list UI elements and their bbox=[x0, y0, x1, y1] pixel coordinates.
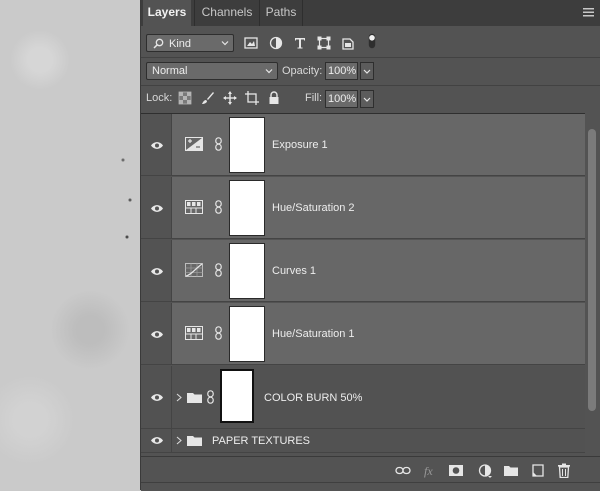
layer-name[interactable]: Curves 1 bbox=[272, 265, 316, 277]
chain-link-icon[interactable] bbox=[215, 326, 222, 340]
delete-icon[interactable] bbox=[556, 463, 572, 478]
eye-icon[interactable] bbox=[150, 393, 164, 402]
lock-position-icon[interactable] bbox=[223, 91, 237, 105]
tab-layers[interactable]: Layers bbox=[143, 0, 191, 26]
group-mask-thumbnail[interactable] bbox=[220, 369, 254, 423]
group-name[interactable]: PAPER TEXTURES bbox=[212, 435, 310, 447]
layers-bottom-toolbar: fx bbox=[141, 456, 600, 483]
folder-icon bbox=[187, 436, 202, 446]
blend-row: Normal Opacity: 100% bbox=[141, 59, 600, 84]
lock-artboard-icon[interactable] bbox=[245, 91, 259, 105]
chain-link-icon[interactable] bbox=[207, 390, 214, 404]
filter-row: Kind bbox=[141, 30, 600, 56]
layers-panel: Layers Channels Paths Kind Normal Opacit… bbox=[140, 0, 600, 491]
panel-menu-icon[interactable] bbox=[583, 8, 594, 17]
eye-icon[interactable] bbox=[150, 436, 164, 445]
chevron-down-icon bbox=[265, 69, 273, 74]
exposure-adjustment-icon bbox=[185, 137, 203, 151]
fill-dropdown-button[interactable] bbox=[360, 90, 374, 108]
group-name[interactable]: COLOR BURN 50% bbox=[264, 392, 362, 404]
layer-name[interactable]: Hue/Saturation 1 bbox=[272, 328, 355, 340]
blend-mode-value: Normal bbox=[152, 65, 188, 77]
layer-name[interactable]: Exposure 1 bbox=[272, 139, 328, 151]
document-canvas[interactable] bbox=[0, 0, 140, 490]
divider bbox=[141, 85, 600, 86]
expand-caret-icon[interactable] bbox=[176, 436, 182, 445]
hue-saturation-adjustment-icon bbox=[185, 326, 203, 340]
kind-filter-label: Kind bbox=[169, 38, 192, 50]
panel-tab-bar: Layers Channels Paths bbox=[141, 0, 600, 26]
layer-group-row[interactable]: COLOR BURN 50% bbox=[141, 366, 585, 429]
fx-icon[interactable]: fx bbox=[423, 463, 439, 478]
lock-row: Lock: Fill: 100% bbox=[141, 87, 600, 111]
visibility-cell[interactable] bbox=[141, 177, 172, 238]
visibility-cell[interactable] bbox=[141, 240, 172, 301]
new-adjustment-icon[interactable] bbox=[477, 463, 493, 478]
eye-icon[interactable] bbox=[150, 141, 164, 150]
layer-row[interactable]: Hue/Saturation 1 bbox=[141, 303, 585, 365]
layer-mask-thumbnail[interactable] bbox=[229, 306, 265, 362]
new-layer-icon[interactable] bbox=[530, 463, 546, 478]
kind-filter-select[interactable]: Kind bbox=[146, 34, 234, 52]
lock-image-pixels-icon[interactable] bbox=[201, 91, 215, 105]
tab-paths[interactable]: Paths bbox=[259, 0, 303, 26]
expand-caret-icon[interactable] bbox=[176, 393, 182, 402]
new-group-icon[interactable] bbox=[503, 463, 519, 478]
folder-icon bbox=[187, 393, 202, 403]
layer-mask-thumbnail[interactable] bbox=[229, 180, 265, 236]
visibility-cell[interactable] bbox=[141, 429, 172, 452]
eye-icon[interactable] bbox=[150, 267, 164, 276]
layer-mask-thumbnail[interactable] bbox=[229, 243, 265, 299]
chevron-down-icon bbox=[363, 97, 371, 102]
opacity-label: Opacity: bbox=[282, 65, 323, 77]
adjustment-filter-icon[interactable] bbox=[268, 35, 284, 51]
curves-adjustment-icon bbox=[185, 263, 203, 277]
visibility-cell[interactable] bbox=[141, 114, 172, 175]
filter-toggle-icon[interactable] bbox=[364, 33, 380, 49]
layers-list: Exposure 1 Hue/Saturation 2 Curves 1 Hue… bbox=[141, 113, 585, 456]
opacity-dropdown-button[interactable] bbox=[360, 62, 374, 80]
chevron-down-icon bbox=[363, 69, 371, 74]
shape-filter-icon[interactable] bbox=[316, 35, 332, 51]
pixel-filter-icon[interactable] bbox=[243, 35, 259, 51]
chain-link-icon[interactable] bbox=[215, 263, 222, 277]
layer-group-row[interactable]: PAPER TEXTURES bbox=[141, 429, 585, 453]
add-mask-icon[interactable] bbox=[448, 463, 464, 478]
lock-all-icon[interactable] bbox=[267, 91, 281, 105]
tab-channels[interactable]: Channels bbox=[194, 0, 259, 26]
divider bbox=[141, 57, 600, 58]
svg-text:fx: fx bbox=[424, 464, 433, 478]
chevron-down-icon bbox=[221, 41, 229, 46]
layer-row[interactable]: Curves 1 bbox=[141, 240, 585, 302]
hue-saturation-adjustment-icon bbox=[185, 200, 203, 214]
chain-link-icon[interactable] bbox=[215, 137, 222, 151]
visibility-cell[interactable] bbox=[141, 366, 172, 428]
lock-transparent-pixels-icon[interactable] bbox=[178, 91, 192, 105]
smart-object-filter-icon[interactable] bbox=[340, 35, 356, 51]
layer-mask-thumbnail[interactable] bbox=[229, 117, 265, 173]
layer-row[interactable]: Hue/Saturation 2 bbox=[141, 177, 585, 239]
lock-label: Lock: bbox=[146, 92, 173, 104]
layer-name[interactable]: Hue/Saturation 2 bbox=[272, 202, 355, 214]
eye-icon[interactable] bbox=[150, 330, 164, 339]
fill-label: Fill: bbox=[305, 92, 323, 104]
scrollbar-thumb[interactable] bbox=[588, 129, 596, 411]
search-icon bbox=[153, 38, 164, 49]
layers-scrollbar[interactable] bbox=[585, 113, 600, 455]
opacity-input[interactable]: 100% bbox=[325, 62, 358, 80]
fill-input[interactable]: 100% bbox=[325, 90, 358, 108]
blend-mode-select[interactable]: Normal bbox=[146, 62, 278, 80]
eye-icon[interactable] bbox=[150, 204, 164, 213]
chain-link-icon[interactable] bbox=[215, 200, 222, 214]
type-filter-icon[interactable] bbox=[292, 35, 308, 51]
link-layers-icon[interactable] bbox=[395, 463, 411, 478]
visibility-cell[interactable] bbox=[141, 303, 172, 364]
layer-row[interactable]: Exposure 1 bbox=[141, 114, 585, 176]
